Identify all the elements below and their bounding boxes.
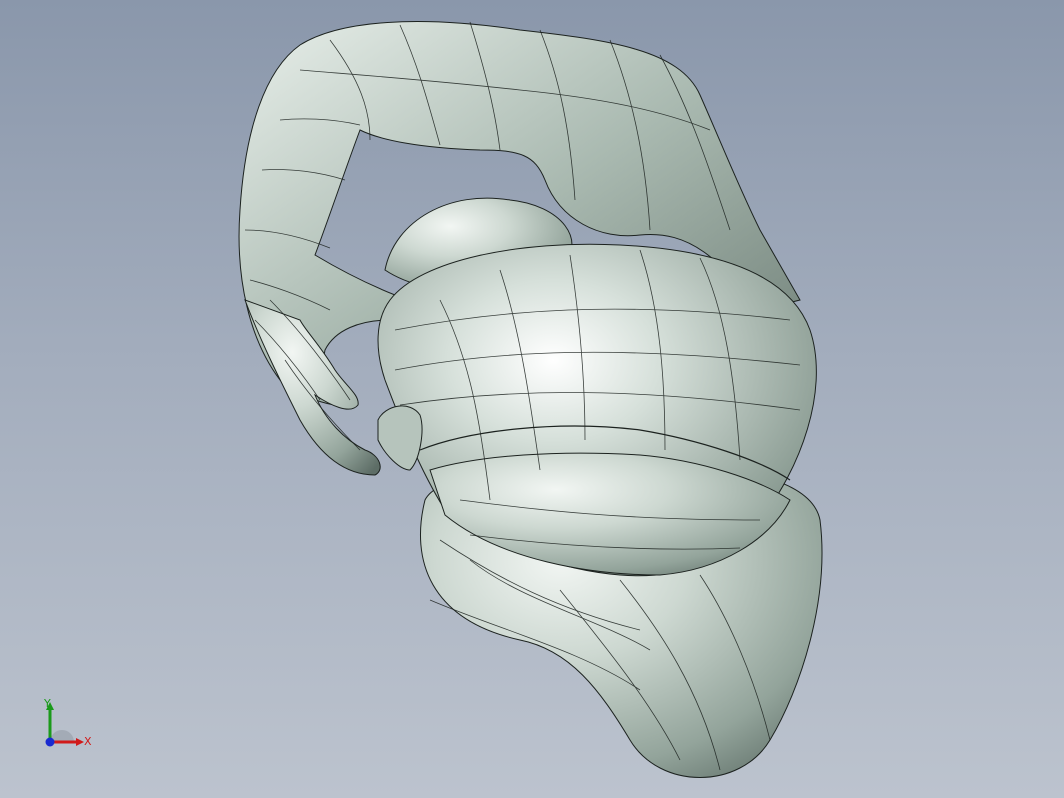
z-axis-dot <box>45 737 55 747</box>
x-axis-label: X <box>84 735 92 748</box>
3d-mesh-model[interactable] <box>0 0 1064 798</box>
x-axis-arrow <box>76 738 84 746</box>
3d-viewport[interactable]: X Y <box>0 0 1064 798</box>
y-axis-label: Y <box>44 697 51 710</box>
axis-triad: X Y <box>36 696 106 766</box>
ear-shape <box>377 405 423 471</box>
